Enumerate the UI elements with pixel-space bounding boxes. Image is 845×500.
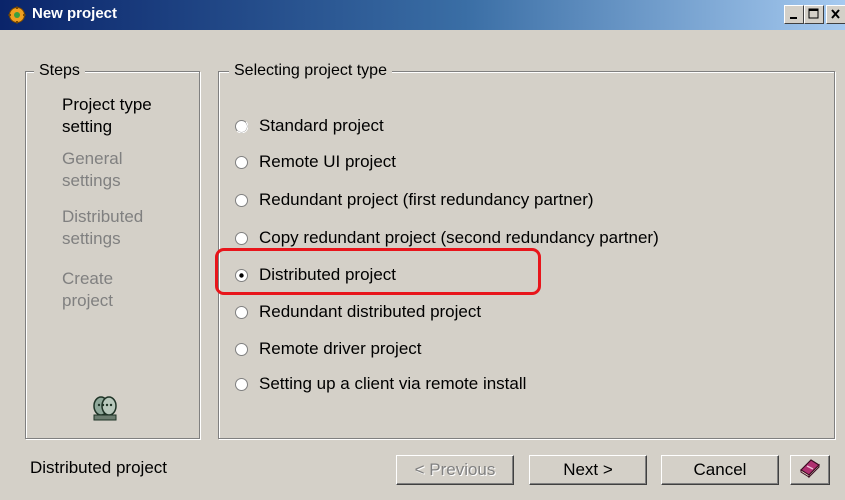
radio-remote-ui-project[interactable]: Remote UI project — [235, 151, 396, 173]
radio-unchecked-icon[interactable] — [235, 231, 248, 245]
minimize-icon — [790, 17, 797, 19]
radio-client-remote-install[interactable]: Setting up a client via remote install — [235, 373, 526, 395]
radio-redundant-project[interactable]: Redundant project (first redundancy part… — [235, 189, 594, 211]
steps-legend: Steps — [34, 62, 85, 80]
maximize-button[interactable] — [804, 5, 824, 24]
step-general-settings: General settings — [62, 149, 123, 190]
radio-unchecked-icon[interactable] — [235, 305, 248, 319]
step-create-project: Create project — [62, 269, 114, 310]
selection-highlight-box — [215, 248, 541, 295]
gear-app-icon — [8, 6, 26, 24]
radio-redundant-distributed-project[interactable]: Redundant distributed project — [235, 301, 481, 323]
close-button[interactable] — [826, 5, 845, 24]
option-label: Redundant project (first redundancy part… — [259, 190, 594, 209]
step-project-type: Project type setting — [62, 95, 152, 136]
radio-remote-driver-project[interactable]: Remote driver project — [235, 338, 422, 360]
steps-group: Steps Project type setting General setti… — [25, 62, 200, 439]
people-icon — [91, 394, 119, 422]
previous-button[interactable]: < Previous — [396, 455, 514, 485]
minimize-button[interactable] — [784, 5, 804, 24]
radio-unchecked-icon[interactable] — [235, 377, 248, 391]
help-button[interactable] — [790, 455, 830, 485]
help-book-icon — [798, 457, 822, 484]
maximize-icon — [808, 8, 819, 19]
radio-standard-project[interactable]: Standard project — [235, 115, 384, 137]
step-distributed-settings: Distributed settings — [62, 207, 144, 248]
option-label: Copy redundant project (second redundanc… — [259, 228, 659, 247]
radio-unchecked-icon[interactable] — [235, 193, 248, 207]
project-type-legend: Selecting project type — [229, 62, 392, 80]
option-label: Remote driver project — [259, 339, 422, 358]
radio-unchecked-icon[interactable] — [235, 119, 248, 133]
radio-unchecked-icon[interactable] — [235, 342, 248, 356]
radio-unchecked-icon[interactable] — [235, 155, 248, 169]
close-icon — [831, 9, 840, 19]
cancel-button[interactable]: Cancel — [661, 455, 779, 485]
title-bar: New project — [0, 0, 845, 30]
window-title: New project — [32, 5, 118, 22]
status-text: Distributed project — [30, 458, 168, 477]
option-label: Redundant distributed project — [259, 302, 482, 321]
option-label: Setting up a client via remote install — [259, 374, 527, 393]
next-button[interactable]: Next > — [529, 455, 647, 485]
radio-copy-redundant-project[interactable]: Copy redundant project (second redundanc… — [235, 227, 659, 249]
option-label: Standard project — [259, 116, 384, 135]
option-label: Remote UI project — [259, 152, 396, 171]
